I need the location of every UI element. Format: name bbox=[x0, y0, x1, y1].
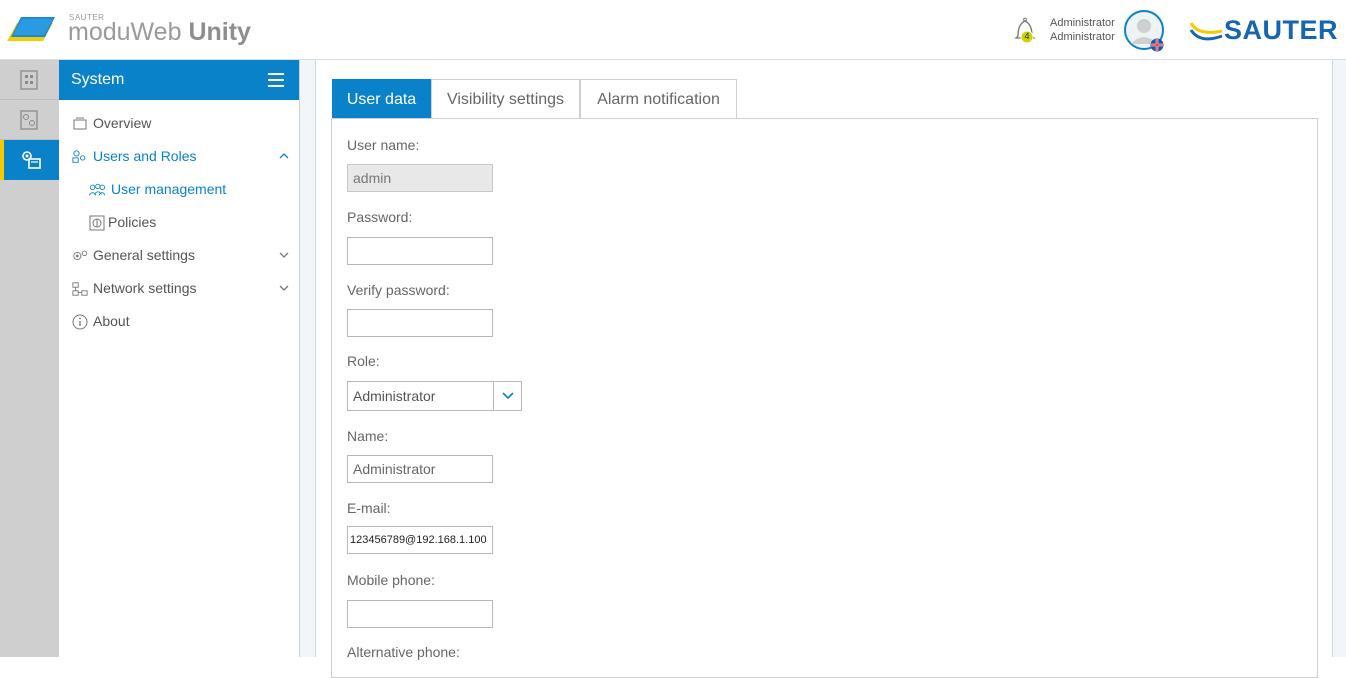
password-input[interactable] bbox=[347, 237, 493, 265]
devices-icon bbox=[20, 110, 38, 130]
password-label: Password: bbox=[347, 209, 413, 225]
sidebar-item-policies[interactable]: Policies bbox=[59, 206, 299, 239]
hamburger-menu-icon[interactable] bbox=[268, 73, 284, 87]
app-header: SAUTER moduWeb Unity 4 Administrator Adm… bbox=[0, 0, 1346, 60]
tab-user-data[interactable]: User data bbox=[332, 79, 431, 119]
role-select[interactable]: Administrator bbox=[347, 381, 522, 411]
chevron-up-icon[interactable] bbox=[279, 151, 289, 161]
app-title-light: moduWeb bbox=[68, 18, 189, 46]
sidebar-item-label: General settings bbox=[93, 247, 195, 263]
name-label: Name: bbox=[347, 428, 389, 444]
sidebar-header: System bbox=[59, 60, 299, 100]
main-area: User data Visibility settings Alarm noti… bbox=[300, 60, 1346, 678]
username-label: User name: bbox=[347, 137, 420, 153]
uk-flag-icon bbox=[1150, 38, 1164, 52]
user-role: Administrator bbox=[1050, 31, 1115, 43]
main-content: User data Visibility settings Alarm noti… bbox=[315, 60, 1333, 678]
verify-password-label: Verify password: bbox=[347, 282, 450, 298]
app-title: moduWeb Unity bbox=[68, 17, 251, 47]
rail-item-devices[interactable] bbox=[0, 100, 59, 140]
gears-icon bbox=[73, 250, 88, 260]
sidebar-item-label: User management bbox=[111, 181, 227, 197]
verify-password-input[interactable] bbox=[347, 309, 493, 337]
sidebar-item-overview[interactable]: Overview bbox=[59, 107, 299, 140]
company-logo-text: SAUTER bbox=[1224, 15, 1339, 45]
app-rail bbox=[0, 60, 59, 657]
user-group-icon bbox=[89, 183, 105, 196]
email-label: E-mail: bbox=[347, 500, 391, 516]
email-field[interactable] bbox=[347, 526, 493, 554]
app-title-bold: Unity bbox=[188, 18, 251, 46]
role-select-value: Administrator bbox=[353, 388, 436, 404]
network-icon bbox=[72, 282, 88, 296]
sidebar-item-user-management[interactable]: User management bbox=[59, 173, 299, 206]
sidebar-item-general-settings[interactable]: General settings bbox=[59, 239, 299, 272]
sidebar-item-label: About bbox=[93, 313, 130, 329]
overview-icon bbox=[73, 117, 87, 130]
sidebar-item-network-settings[interactable]: Network settings bbox=[59, 272, 299, 305]
sidebar-item-label: Overview bbox=[93, 115, 152, 131]
rail-item-building[interactable] bbox=[0, 60, 59, 100]
role-label: Role: bbox=[347, 353, 380, 369]
sidebar-nav: Overview Users and Roles User management… bbox=[59, 107, 299, 338]
sidebar-item-about[interactable]: About bbox=[59, 305, 299, 338]
chevron-down-icon[interactable] bbox=[279, 283, 289, 293]
sidebar: System Overview Users and Roles User man… bbox=[59, 60, 300, 657]
avatar[interactable] bbox=[1124, 10, 1166, 52]
user-name: Administrator bbox=[1050, 17, 1115, 29]
notifications-bell-icon[interactable]: 4 bbox=[1013, 16, 1037, 46]
mobile-phone-label: Mobile phone: bbox=[347, 572, 435, 588]
policies-icon bbox=[89, 215, 105, 231]
sidebar-item-label: Users and Roles bbox=[93, 148, 197, 164]
role-select-button[interactable] bbox=[493, 382, 521, 410]
users-roles-icon bbox=[72, 150, 86, 163]
user-info[interactable]: Administrator Administrator bbox=[1050, 16, 1115, 44]
building-icon bbox=[20, 70, 38, 90]
sidebar-item-label: Policies bbox=[108, 214, 157, 230]
sidebar-item-users-and-roles[interactable]: Users and Roles bbox=[59, 140, 299, 173]
tab-alarm-notification[interactable]: Alarm notification bbox=[580, 79, 737, 119]
user-data-form: User name: Password: Verify password: Ro… bbox=[331, 118, 1318, 678]
sidebar-item-label: Network settings bbox=[93, 280, 197, 296]
sidebar-title: System bbox=[71, 71, 125, 88]
info-icon bbox=[72, 314, 88, 330]
rail-item-system[interactable] bbox=[0, 140, 59, 180]
system-settings-icon bbox=[22, 151, 41, 169]
name-input[interactable] bbox=[347, 455, 493, 483]
chevron-down-icon[interactable] bbox=[279, 250, 289, 260]
moduweb-logo-icon bbox=[7, 17, 55, 41]
mobile-phone-input[interactable] bbox=[347, 600, 493, 628]
chevron-down-icon bbox=[502, 392, 514, 400]
username-input[interactable] bbox=[347, 164, 493, 192]
tab-visibility-settings[interactable]: Visibility settings bbox=[431, 79, 580, 119]
notification-count-badge: 4 bbox=[1024, 31, 1030, 41]
alternative-phone-label: Alternative phone: bbox=[347, 644, 460, 660]
